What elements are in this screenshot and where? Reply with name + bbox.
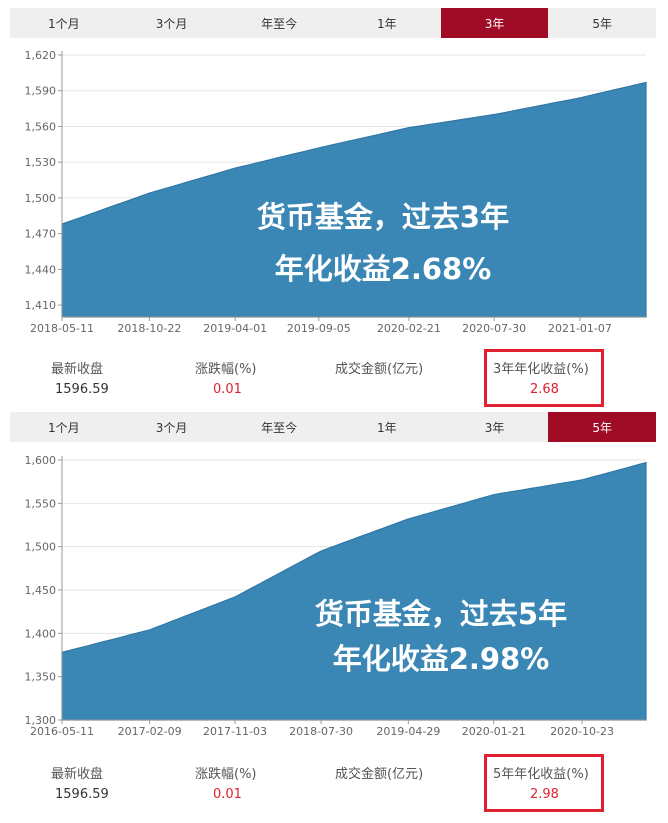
- annualized-return-label: 3年年化收益(%): [493, 362, 589, 377]
- x-tick-label: 2020-02-21: [377, 322, 441, 335]
- chart-panel-3y: 1个月 3个月 年至今 1年 3年 5年 1,410 1,440 1,470 1,50…: [0, 0, 668, 410]
- x-tick-label: 2020-01-21: [462, 725, 526, 738]
- x-tick-label: 2016-05-11: [30, 725, 94, 738]
- change-pct-value: 0.01: [213, 787, 242, 802]
- chart-panel-5y: 1个月 3个月 年至今 1年 3年 5年 1,300 1,350 1,400 1,45…: [0, 410, 668, 823]
- chart-annotation: 年化收益2.98%: [333, 642, 550, 676]
- y-tick-label: 1,440: [25, 263, 57, 276]
- y-tick-label: 1,530: [25, 156, 57, 169]
- price-area-chart-5y: 1,3001,3501,4001,4501,5001,5501,6002016-…: [25, 454, 647, 738]
- x-tick-label: 2019-04-01: [203, 322, 267, 335]
- x-tick-label: 2017-11-03: [203, 725, 267, 738]
- chart-annotation: 年化收益2.68%: [275, 252, 492, 286]
- x-tick-label: 2018-10-22: [117, 322, 181, 335]
- y-tick-label: 1,560: [25, 120, 57, 133]
- y-tick-label: 1,470: [25, 228, 57, 241]
- x-tick-label: 2019-04-29: [376, 725, 440, 738]
- y-tick-label: 1,590: [25, 85, 57, 98]
- stats-row-5y: 最新收盘 1596.59 涨跌幅(%) 0.01 成交金额(亿元) 5年年化收益…: [0, 754, 668, 820]
- x-tick-label: 2017-02-09: [118, 725, 182, 738]
- y-tick-label: 1,450: [25, 584, 57, 597]
- y-tick-label: 1,410: [25, 299, 57, 312]
- x-tick-label: 2020-07-30: [462, 322, 526, 335]
- turnover-label: 成交金额(亿元): [335, 362, 424, 377]
- y-tick-label: 1,550: [25, 497, 57, 510]
- x-tick-label: 2018-05-11: [30, 322, 94, 335]
- price-area-chart-3y: 1,410 1,440 1,470 1,500 1,530 1,560 1,590 1,620…: [25, 49, 647, 335]
- change-pct-label: 涨跌幅(%): [195, 767, 257, 782]
- y-tick-label: 1,350: [25, 671, 57, 684]
- change-pct-label: 涨跌幅(%): [195, 362, 257, 377]
- stats-row-3y: 最新收盘 1596.59 涨跌幅(%) 0.01 成交金额(亿元) 3年年化收益…: [0, 349, 668, 415]
- annualized-return-value: 2.98: [530, 787, 559, 802]
- turnover-label: 成交金额(亿元): [335, 767, 424, 782]
- x-tick-label: 2018-07-30: [289, 725, 353, 738]
- latest-close-label: 最新收盘: [51, 767, 104, 782]
- y-tick-label: 1,620: [25, 49, 57, 62]
- y-tick-label: 1,500: [25, 192, 57, 205]
- y-tick-label: 1,600: [25, 454, 57, 467]
- series-area: [61, 461, 647, 721]
- latest-close-value: 1596.59: [55, 787, 109, 802]
- chart-annotation: 货币基金，过去3年: [257, 200, 509, 234]
- x-tick-label: 2021-01-07: [548, 322, 612, 335]
- annualized-return-value: 2.68: [530, 382, 559, 397]
- latest-close-label: 最新收盘: [51, 362, 104, 377]
- latest-close-value: 1596.59: [55, 382, 109, 397]
- annualized-return-label: 5年年化收益(%): [493, 767, 589, 782]
- x-tick-label: 2020-10-23: [550, 725, 614, 738]
- y-tick-label: 1,500: [25, 541, 57, 554]
- x-tick-label: 2019-09-05: [287, 322, 351, 335]
- y-tick-label: 1,400: [25, 627, 57, 640]
- chart-annotation: 货币基金，过去5年: [315, 597, 567, 631]
- change-pct-value: 0.01: [213, 382, 242, 397]
